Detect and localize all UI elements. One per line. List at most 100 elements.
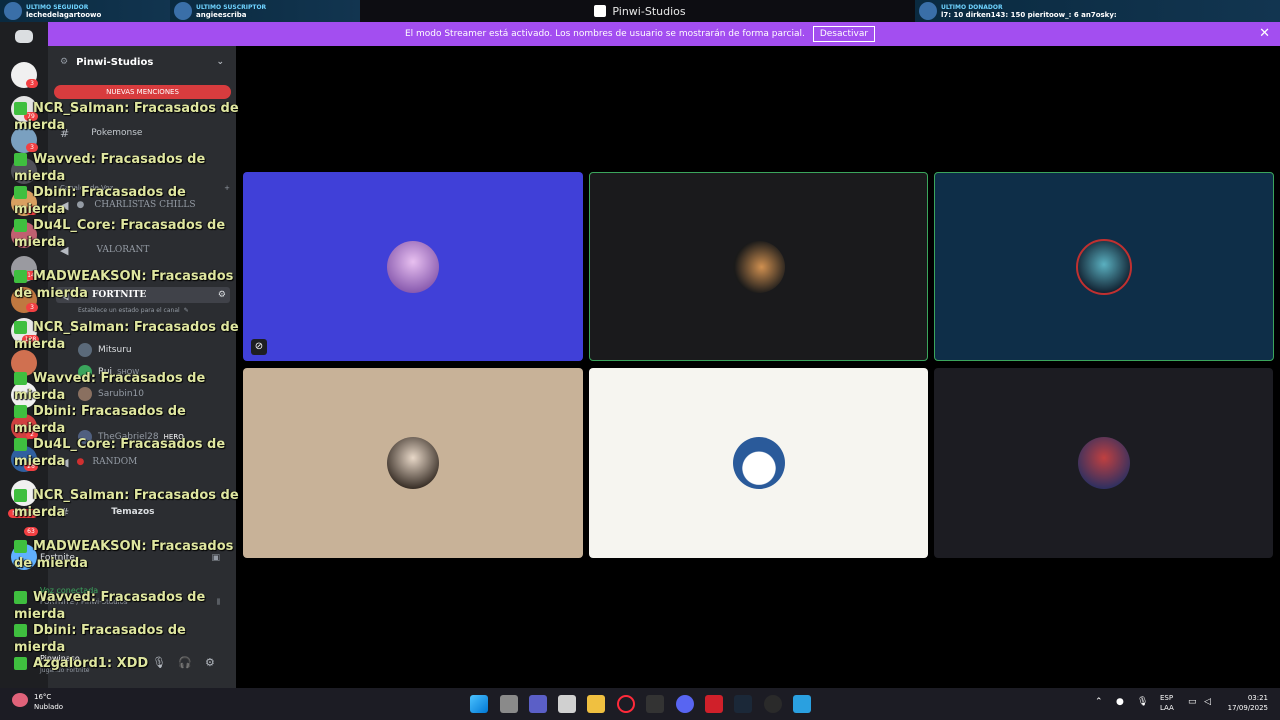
tray-app-icon[interactable]: ● <box>1116 697 1124 707</box>
chat-message: Wavved: Fracasados de mierda <box>14 370 240 404</box>
participant-tile[interactable] <box>934 172 1274 361</box>
chat-text: Wavved: Fracasados de mierda <box>14 152 206 184</box>
shield-icon <box>14 219 27 232</box>
date: 17/09/2025 <box>1227 704 1268 712</box>
opera-gx-icon[interactable] <box>617 695 635 713</box>
participant-tile[interactable]: ⊘ <box>243 172 583 361</box>
participant-tile[interactable] <box>243 368 583 558</box>
weather-widget[interactable]: 16°C Nublado <box>34 692 63 712</box>
subscriber-widget: ULTIMO SUSCRIPTOR angieescriba <box>170 0 360 24</box>
donor-avatar <box>919 2 937 20</box>
chat-message: Du4L_Core: Fracasados de mierda <box>14 217 240 251</box>
shield-icon <box>14 102 27 115</box>
file-explorer-icon[interactable] <box>587 695 605 713</box>
network-icon[interactable]: ▭ <box>1188 697 1197 707</box>
notification-badge: 3 <box>26 79 38 88</box>
time: 03:21 <box>1247 694 1268 702</box>
avatar <box>387 437 439 489</box>
pencil-icon: ✎ <box>183 306 189 314</box>
banner-text: El modo Streamer está activado. Los nomb… <box>404 29 805 39</box>
chat-text: NCR_Salman: Fracasados de mierda <box>14 101 239 133</box>
language-secondary: LAA <box>1160 704 1174 712</box>
streamer-mode-banner: El modo Streamer está activado. Los nomb… <box>0 22 1280 46</box>
chat-text: MADWEAKSON: Fracasados de mierda <box>14 539 234 571</box>
donor-label: ULTIMO DONADOR <box>941 3 1003 11</box>
shield-icon <box>14 657 27 670</box>
volume-icon[interactable]: ◁ <box>1204 697 1211 707</box>
chat-message: Azgalord1: XDD <box>14 655 240 672</box>
close-icon[interactable]: ✕ <box>1259 26 1270 41</box>
shield-icon <box>14 186 27 199</box>
new-mentions-pill[interactable]: NUEVAS MENCIONES <box>54 85 231 99</box>
taskbar <box>0 688 1280 720</box>
participant-tile[interactable] <box>934 368 1273 558</box>
chat-text: NCR_Salman: Fracasados de mierda <box>14 320 239 352</box>
shield-icon <box>14 624 27 637</box>
windows-start-icon[interactable] <box>470 695 488 713</box>
chat-text: Azgalord1: XDD <box>33 656 149 671</box>
epic-games-icon[interactable] <box>646 695 664 713</box>
chat-text: Dbini: Fracasados de mierda <box>14 185 186 217</box>
avatar <box>387 240 439 293</box>
chat-message: NCR_Salman: Fracasados de mierda <box>14 319 240 353</box>
status-label: Establece un estado para el canal <box>78 306 180 314</box>
microphone-icon[interactable]: 🎙 <box>1137 697 1148 707</box>
steam-icon[interactable] <box>734 695 752 713</box>
chat-text: Dbini: Fracasados de mierda <box>14 404 186 436</box>
deactivate-button[interactable]: Desactivar <box>812 26 876 42</box>
task-view-icon[interactable] <box>500 695 518 713</box>
chat-message: MADWEAKSON: Fracasados de mierda <box>14 268 240 302</box>
chevron-down-icon[interactable]: ⌄ <box>216 57 224 67</box>
chevron-up-icon[interactable]: ⌃ <box>1095 697 1103 707</box>
temperature: 16°C <box>34 693 52 701</box>
app-icon[interactable] <box>793 695 811 713</box>
discord-home-icon[interactable] <box>15 30 33 43</box>
server-header[interactable]: ⚙ Pinwi-Studios ⌄ <box>48 50 236 74</box>
chat-text: Wavved: Fracasados de mierda <box>14 590 206 622</box>
participant-tile[interactable] <box>589 368 928 558</box>
shield-icon <box>14 270 27 283</box>
app-icon[interactable] <box>705 695 723 713</box>
donor-ticker: l7: 10 dirken143: 150 pieritoow_: 6 an7o… <box>941 10 1117 19</box>
language-indicator[interactable]: ESP LAA <box>1160 693 1174 713</box>
chat-message: Wavved: Fracasados de mierda <box>14 589 240 623</box>
chat-message: Dbini: Fracasados de mierda <box>14 622 240 656</box>
chat-message: MADWEAKSON: Fracasados de mierda <box>14 538 240 572</box>
notification-badge: 63 <box>24 527 38 536</box>
shield-icon <box>14 372 27 385</box>
server-boost-icon: ⚙ <box>60 57 69 67</box>
weather-condition: Nublado <box>34 703 64 711</box>
follower-widget: ULTIMO SEGUIDOR lechedelagartoowo <box>0 0 180 24</box>
chat-text: Du4L_Core: Fracasados de mierda <box>14 218 226 250</box>
participant-tile[interactable] <box>589 172 928 361</box>
chat-message: Wavved: Fracasados de mierda <box>14 151 240 185</box>
discord-icon[interactable] <box>676 695 694 713</box>
shield-icon <box>14 489 27 502</box>
avatar <box>1076 238 1132 295</box>
chat-text: Wavved: Fracasados de mierda <box>14 371 206 403</box>
channel-status[interactable]: Establece un estado para el canal ✎ <box>78 302 228 318</box>
language-primary: ESP <box>1160 694 1174 702</box>
server-name: Pinwi-Studios <box>76 56 154 68</box>
shield-icon <box>14 321 27 334</box>
subscriber-avatar <box>174 2 192 20</box>
shield-icon <box>14 438 27 451</box>
avatar <box>732 437 785 489</box>
teams-icon[interactable] <box>529 695 547 713</box>
chat-message: Dbini: Fracasados de mierda <box>14 403 240 437</box>
follower-value: lechedelagartoowo <box>26 10 102 19</box>
obs-icon[interactable] <box>764 695 782 713</box>
shield-icon <box>14 405 27 418</box>
chat-message: Dbini: Fracasados de mierda <box>14 184 240 218</box>
avatar <box>732 240 785 293</box>
app-icon <box>594 5 607 17</box>
avatar <box>1077 437 1130 489</box>
store-icon[interactable] <box>558 695 576 713</box>
chat-message: NCR_Salman: Fracasados de mierda <box>14 100 240 134</box>
weather-icon <box>12 693 28 707</box>
system-clock[interactable]: 03:21 17/09/2025 <box>1228 693 1268 713</box>
chat-message: Du4L_Core: Fracasados de mierda <box>14 436 240 470</box>
shield-icon <box>14 540 27 553</box>
subscriber-label: ULTIMO SUSCRIPTOR <box>196 3 267 11</box>
follower-label: ULTIMO SEGUIDOR <box>26 3 89 11</box>
